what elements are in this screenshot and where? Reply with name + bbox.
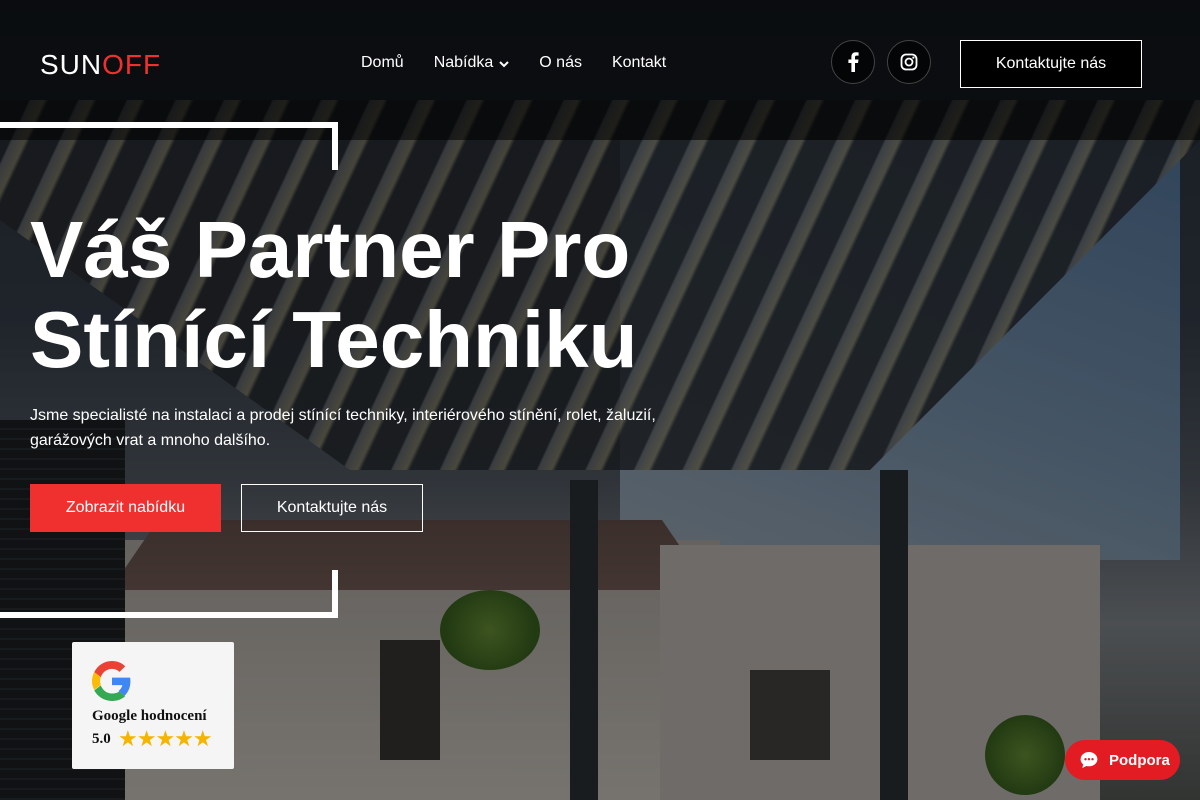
header-contact-button[interactable]: Kontaktujte nás <box>960 40 1142 88</box>
hero-title-line1: Váš Partner Pro <box>30 205 631 294</box>
support-label: Podpora <box>1109 751 1170 769</box>
hero-title: Váš Partner Pro Stínící Techniku <box>30 205 730 385</box>
nav-item-contact[interactable]: Kontakt <box>612 54 666 72</box>
hero-frame-top <box>0 122 338 170</box>
chevron-down-icon <box>499 61 509 68</box>
nav-item-about[interactable]: O nás <box>539 54 582 72</box>
show-offer-button[interactable]: Zobrazit nabídku <box>30 484 221 532</box>
support-chat-button[interactable]: Podpora <box>1065 740 1180 780</box>
site-header: SUNOFF Domů Nabídka O nás Kontakt Kontak… <box>0 0 1200 128</box>
facebook-icon <box>848 52 859 72</box>
instagram-button[interactable] <box>887 40 931 84</box>
nav-item-label: Domů <box>361 54 404 71</box>
logo-text-sun: SUN <box>40 49 103 80</box>
hero-title-line2: Stínící Techniku <box>30 295 638 384</box>
logo-text-ff: FF <box>124 49 162 80</box>
rating-label: Google hodnocení <box>92 708 207 724</box>
sunoff-logo[interactable]: SUNOFF <box>40 49 161 81</box>
rating-score: 5.0 <box>92 731 111 747</box>
nav-item-label: O nás <box>539 54 582 71</box>
main-nav: Domů Nabídka O nás Kontakt <box>361 54 666 72</box>
facebook-button[interactable] <box>831 40 875 84</box>
rating-stars: ★★★★★ <box>118 726 213 751</box>
google-rating-card[interactable]: Google hodnocení 5.0 ★★★★★ <box>72 642 234 769</box>
hero-frame-bottom <box>0 570 338 618</box>
hero-contact-button[interactable]: Kontaktujte nás <box>241 484 423 532</box>
nav-item-home[interactable]: Domů <box>361 54 404 72</box>
instagram-icon <box>900 53 918 71</box>
hero-subtitle: Jsme specialisté na instalaci a prodej s… <box>30 407 656 449</box>
nav-item-label: Nabídka <box>433 54 494 71</box>
google-icon <box>92 661 131 701</box>
logo-power-o: O <box>102 49 125 80</box>
nav-item-label: Kontakt <box>611 54 667 71</box>
nav-item-offer[interactable]: Nabídka <box>434 54 510 72</box>
chat-bubble-icon <box>1080 752 1098 768</box>
